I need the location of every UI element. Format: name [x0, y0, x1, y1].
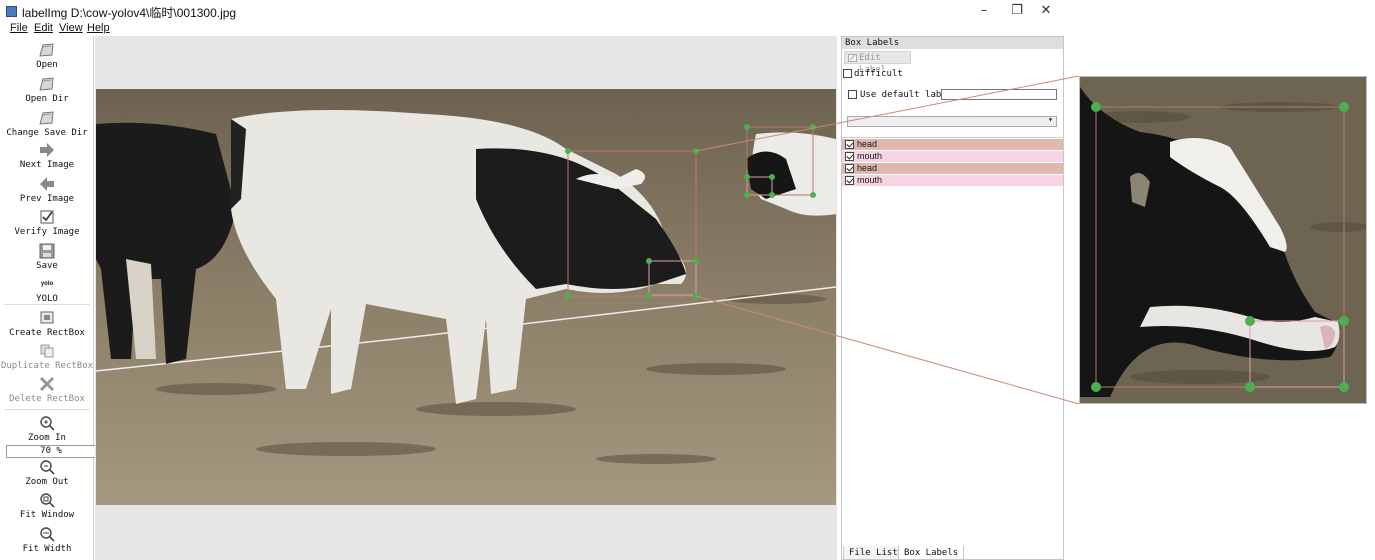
- label-checkbox[interactable]: [845, 140, 854, 149]
- annotated-image[interactable]: [96, 89, 836, 505]
- open-button[interactable]: Open: [0, 42, 94, 71]
- yolo-icon: yolo: [40, 281, 54, 287]
- prev-image-button[interactable]: Prev Image: [0, 176, 94, 205]
- use-default-label-text: Use default label: [860, 90, 953, 100]
- arrow-right-icon: [40, 143, 54, 157]
- next-image-label: Next Image: [19, 160, 75, 170]
- edit-label-button[interactable]: Edit Label: [844, 51, 911, 75]
- delete-rectbox-label: Delete RectBox: [9, 394, 85, 404]
- difficult-checkbox[interactable]: [843, 69, 852, 78]
- zoom-out-icon: [40, 460, 55, 475]
- close-button[interactable]: ✕: [1033, 2, 1059, 20]
- label-combobox[interactable]: ▾: [847, 115, 1057, 127]
- label-text: head: [857, 139, 878, 149]
- list-item[interactable]: head: [842, 163, 1063, 174]
- toolbar: Open Open Dir Change Save Dir Next Image…: [0, 36, 96, 560]
- minimize-button[interactable]: –: [971, 2, 997, 20]
- open-dir-label: Open Dir: [25, 94, 69, 104]
- dock-title: Box Labels: [842, 37, 1063, 49]
- create-rectbox-button[interactable]: Create RectBox: [0, 310, 94, 339]
- list-item[interactable]: mouth: [842, 151, 1063, 162]
- label-text: head: [857, 163, 878, 173]
- menu-view[interactable]: View: [59, 22, 83, 34]
- zoom-out-label: Zoom Out: [25, 477, 69, 487]
- tab-box-labels[interactable]: Box Labels: [898, 546, 965, 560]
- delete-rectbox-button[interactable]: Delete RectBox: [0, 376, 94, 405]
- open-label: Open: [36, 60, 58, 70]
- folder-icon: [39, 77, 54, 91]
- box-labels-dock: Box Labels Edit Label difficult Use defa…: [841, 36, 1064, 560]
- save-label: Save: [36, 261, 58, 271]
- menu-edit[interactable]: Edit: [34, 22, 53, 34]
- zoom-inset: [1079, 76, 1367, 404]
- fit-window-button[interactable]: Fit Window: [0, 492, 94, 521]
- use-default-label-checkbox[interactable]: [848, 90, 857, 99]
- duplicate-icon: [40, 344, 54, 358]
- edit-icon: [848, 54, 857, 62]
- open-dir-button[interactable]: Open Dir: [0, 76, 94, 105]
- label-text: mouth: [857, 151, 883, 161]
- zoom-in-button[interactable]: Zoom In: [0, 415, 94, 444]
- save-icon: [39, 243, 55, 259]
- label-checkbox[interactable]: [845, 176, 854, 185]
- fit-window-label: Fit Window: [19, 510, 75, 520]
- chevron-down-icon: ▾: [1048, 115, 1053, 124]
- fit-window-icon: [40, 493, 55, 508]
- tab-file-list[interactable]: File List: [843, 546, 904, 560]
- prev-image-label: Prev Image: [19, 194, 75, 204]
- zoom-level-field[interactable]: 70 %: [6, 445, 96, 458]
- delete-icon: [39, 376, 55, 392]
- change-save-dir-button[interactable]: Change Save Dir: [0, 110, 94, 139]
- label-list: head mouth head mouth: [842, 137, 1063, 543]
- fit-width-button[interactable]: Fit Width: [0, 526, 94, 555]
- duplicate-rectbox-label: Duplicate RectBox: [0, 361, 94, 371]
- window-title: labelImg D:\cow-yolov4\临时\001300.jpg: [22, 6, 237, 20]
- menu-help[interactable]: Help: [87, 22, 110, 34]
- fit-width-label: Fit Width: [22, 544, 72, 554]
- checkbox-icon: [40, 210, 54, 224]
- change-save-dir-label: Change Save Dir: [6, 128, 88, 138]
- list-item[interactable]: mouth: [842, 175, 1063, 186]
- label-checkbox[interactable]: [845, 152, 854, 161]
- difficult-label: difficult: [854, 69, 903, 79]
- app-icon: [6, 6, 17, 17]
- folder-icon: [39, 43, 54, 57]
- next-image-button[interactable]: Next Image: [0, 142, 94, 171]
- verify-image-button[interactable]: Verify Image: [0, 209, 94, 238]
- dock-tabs: File List Box Labels: [841, 546, 1064, 560]
- menu-bar: File Edit View Help: [0, 22, 1066, 36]
- create-rectbox-label: Create RectBox: [9, 328, 85, 338]
- fit-width-icon: [40, 527, 55, 542]
- toolbar-divider: [4, 304, 90, 305]
- label-checkbox[interactable]: [845, 164, 854, 173]
- list-item[interactable]: head: [842, 139, 1063, 150]
- zoom-out-button[interactable]: Zoom Out: [0, 459, 94, 488]
- duplicate-rectbox-button[interactable]: Duplicate RectBox: [0, 343, 94, 372]
- zoomed-cow-head: [1080, 77, 1366, 403]
- label-text: mouth: [857, 175, 883, 185]
- maximize-button[interactable]: ❐: [1004, 2, 1030, 20]
- zoom-in-icon: [40, 416, 55, 431]
- toolbar-divider: [4, 409, 90, 410]
- format-button[interactable]: yolo YOLO: [0, 277, 94, 305]
- menu-file[interactable]: File: [10, 22, 28, 34]
- arrow-left-icon: [40, 177, 54, 191]
- rectbox-icon: [40, 311, 54, 324]
- folder-icon: [39, 111, 54, 125]
- save-button[interactable]: Save: [0, 243, 94, 272]
- cow-photo: [96, 89, 836, 505]
- zoom-in-label: Zoom In: [28, 433, 66, 443]
- title-bar: labelImg D:\cow-yolov4\临时\001300.jpg – ❐…: [0, 0, 1066, 22]
- verify-image-label: Verify Image: [14, 227, 80, 237]
- default-label-input[interactable]: [941, 89, 1057, 100]
